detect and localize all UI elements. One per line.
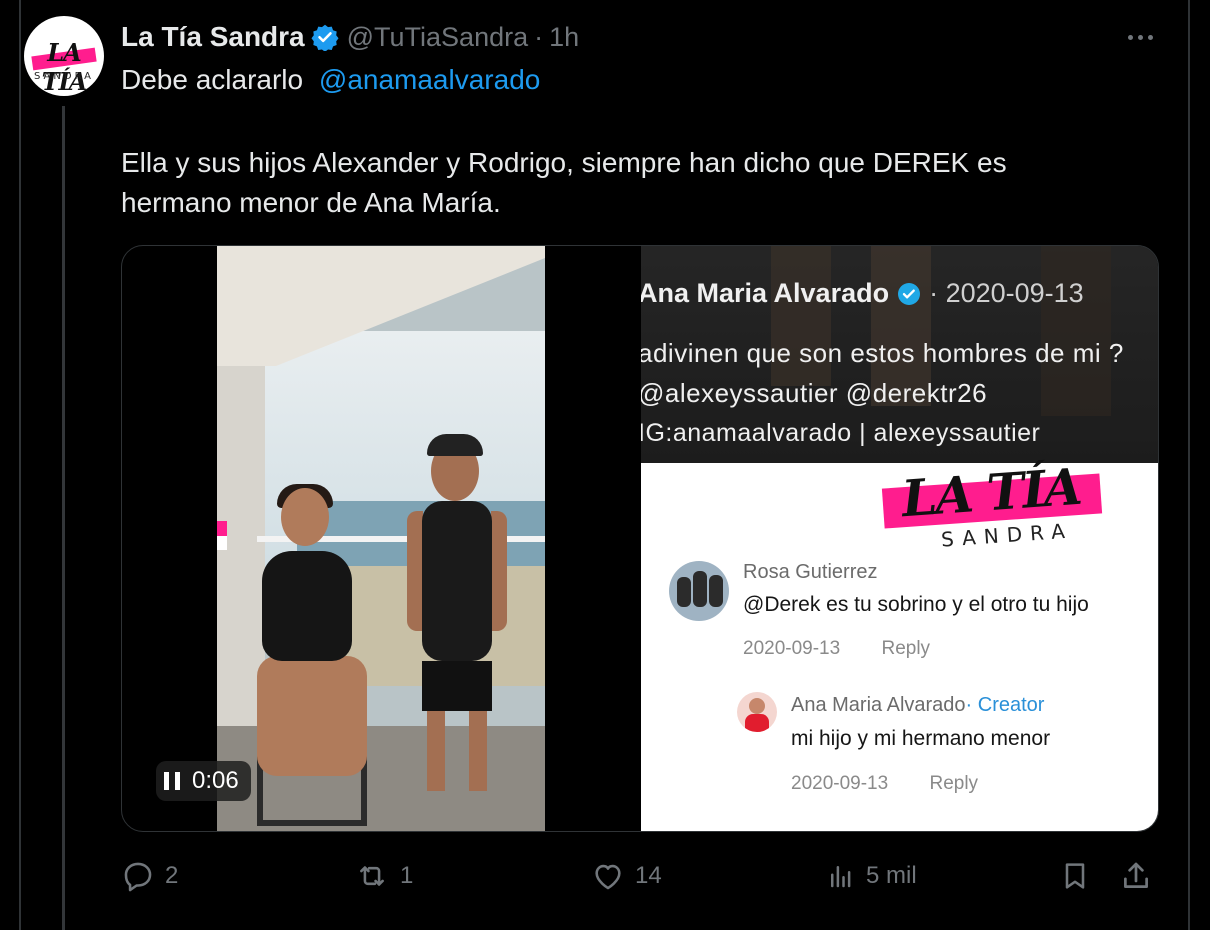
screenshot-author-name: Ana Maria Alvarado	[641, 278, 890, 308]
author-name[interactable]: La Tía Sandra	[121, 21, 305, 53]
tweet-text-lead: Debe aclararlo	[121, 64, 304, 95]
reply-text: mi hijo y mi hermano menor	[791, 727, 1051, 750]
creator-badge: · Creator	[965, 694, 1045, 716]
video-player[interactable]: 0:06 Ana Maria Alvarado · 2020-09-13 adi…	[121, 245, 1159, 832]
playback-control[interactable]: 0:06	[156, 761, 251, 801]
views-count: 5 mil	[866, 862, 917, 889]
reply-author: Ana Maria Alvarado· Creator	[791, 694, 1044, 717]
video-photo	[217, 246, 545, 831]
reply-date: 2020-09-13	[791, 773, 889, 794]
bookmark-button[interactable]	[1059, 856, 1091, 896]
tweet-timestamp[interactable]: 1h	[549, 22, 579, 53]
heart-icon	[591, 859, 625, 893]
reply-meta: 2020-09-13 Reply	[791, 773, 978, 795]
tweet-header: La Tía Sandra @TuTiaSandra · 1h	[121, 20, 579, 54]
video-time: 0:06	[192, 767, 239, 794]
reply-avatar	[737, 692, 777, 732]
timeline-right-border	[1188, 0, 1190, 930]
timeline-left-border	[19, 0, 21, 930]
screenshot-author: Ana Maria Alvarado · 2020-09-13	[641, 278, 1084, 309]
screenshot-date: · 2020-09-13	[929, 278, 1084, 308]
reply-reply: Reply	[929, 773, 979, 794]
comment-text: @Derek es tu sobrino y el otro tu hijo	[743, 593, 1089, 616]
like-button[interactable]: 14	[591, 856, 662, 896]
screenshot-comments: LA TÍA SANDRA Rosa Gutierrez @Derek es t…	[641, 457, 1158, 831]
screenshot-post: Ana Maria Alvarado · 2020-09-13 adivinen…	[641, 246, 1158, 463]
avatar[interactable]: LA TÍA SANDRA	[24, 16, 104, 96]
tweet-text-line1: Debe aclararlo @anamaalvarado	[121, 64, 540, 96]
comment-date: 2020-09-13	[743, 638, 841, 659]
pause-icon[interactable]	[164, 772, 180, 790]
reply-icon	[121, 859, 155, 893]
reply-button[interactable]: 2	[121, 856, 178, 896]
like-count: 14	[635, 862, 662, 889]
comment-reply: Reply	[881, 638, 931, 659]
bookmark-icon	[1059, 859, 1091, 893]
thread-line	[62, 106, 65, 930]
more-options-icon[interactable]	[1120, 22, 1160, 52]
comment-avatar	[669, 561, 729, 621]
share-icon	[1119, 859, 1153, 893]
share-button[interactable]	[1119, 856, 1153, 896]
screenshot-tags: @alexeyssautier @derektr26	[641, 378, 988, 408]
repost-icon	[354, 859, 390, 893]
screenshot-text: adivinen que son estos hombres de mi ?	[641, 338, 1124, 368]
avatar-logo-subtext: SANDRA	[34, 71, 94, 82]
action-bar: 2 1 14 5 mil	[121, 856, 1161, 896]
reply-count: 2	[165, 862, 179, 889]
tweet-body-text: Ella y sus hijos Alexander y Rodrigo, si…	[121, 147, 1007, 218]
author-handle[interactable]: @TuTiaSandra	[347, 22, 529, 53]
reply-author-name: Ana Maria Alvarado	[791, 694, 966, 716]
pink-marker-white	[217, 536, 227, 550]
verified-badge-icon[interactable]	[311, 23, 339, 51]
views-icon	[826, 859, 856, 893]
comment-meta: 2020-09-13 Reply	[743, 638, 930, 660]
comment-author: Rosa Gutierrez	[743, 561, 878, 583]
views-button[interactable]: 5 mil	[826, 856, 917, 896]
mention-link[interactable]: @anamaalvarado	[319, 64, 540, 95]
repost-button[interactable]: 1	[354, 856, 413, 896]
repost-count: 1	[400, 862, 414, 889]
screenshot-ig: IG:anamaalvarado | alexeyssautier	[641, 419, 1041, 447]
screenshot-verified-icon	[897, 282, 921, 306]
avatar-logo-text: LA TÍA	[41, 38, 88, 96]
header-separator: ·	[534, 21, 544, 52]
